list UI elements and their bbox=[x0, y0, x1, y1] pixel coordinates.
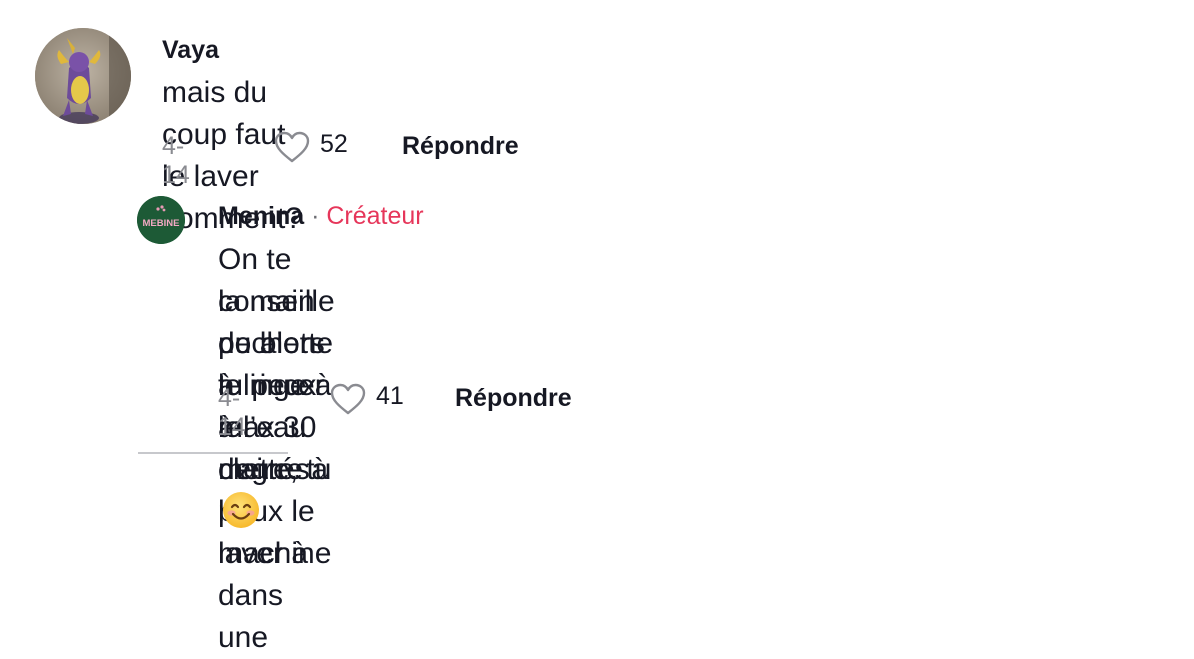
cutoff-divider bbox=[138, 452, 288, 454]
avatar[interactable]: MEBINE bbox=[137, 196, 185, 244]
reply-button[interactable]: Répondre bbox=[402, 132, 519, 161]
separator-dot: · bbox=[311, 202, 320, 230]
svg-text:MEBINE: MEBINE bbox=[143, 218, 180, 229]
comment-date: 4-14 bbox=[162, 132, 190, 189]
smiling-face-emoji-icon bbox=[223, 492, 259, 528]
reply-username[interactable]: Menina bbox=[218, 202, 304, 230]
avatar[interactable] bbox=[35, 28, 131, 124]
like-count: 52 bbox=[320, 130, 348, 158]
view-more-replies-cutoff bbox=[138, 448, 288, 468]
comment-username[interactable]: Vaya bbox=[162, 36, 219, 65]
spyro-figure-icon bbox=[35, 28, 131, 124]
reply-button[interactable]: Répondre bbox=[455, 384, 572, 413]
heart-icon[interactable] bbox=[273, 130, 311, 164]
menina-logo-icon: MEBINE bbox=[137, 196, 185, 244]
reply-username-line: Menina · Créateur bbox=[218, 202, 424, 231]
heart-icon[interactable] bbox=[329, 382, 367, 416]
reply-date: 4-14 bbox=[218, 384, 246, 441]
like-count: 41 bbox=[376, 382, 404, 410]
creator-badge: Créateur bbox=[326, 202, 424, 230]
